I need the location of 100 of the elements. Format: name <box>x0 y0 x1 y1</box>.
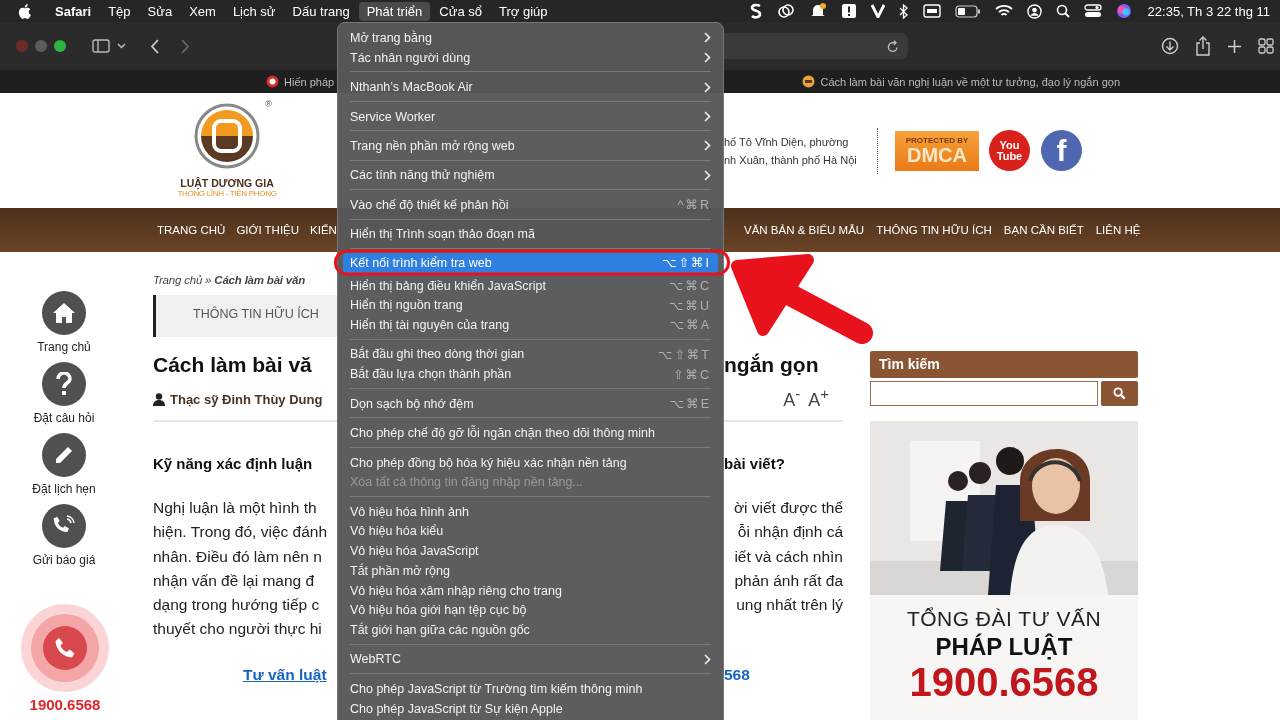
wifi-icon[interactable] <box>994 4 1013 18</box>
hotline-number[interactable]: 1900.6568 <box>29 696 101 713</box>
bluetooth-icon[interactable] <box>898 3 909 19</box>
menu-item[interactable]: Dọn sạch bộ nhớ đệm ⌥⌘E <box>343 393 718 414</box>
user-icon[interactable] <box>1026 3 1042 19</box>
menu-item[interactable]: Vô hiệu hóa JavaScript <box>343 541 718 561</box>
battery-icon[interactable] <box>954 4 981 18</box>
v-app-icon[interactable] <box>870 4 885 18</box>
share-icon[interactable] <box>1195 36 1211 56</box>
menu-item[interactable]: Mở trang bằng <box>343 28 718 48</box>
zoom-button[interactable] <box>54 40 66 52</box>
youtube-button[interactable]: You Tube <box>989 130 1030 171</box>
nav-link[interactable]: KIẾN <box>310 224 337 236</box>
quick-action-button[interactable] <box>42 291 86 335</box>
shortcut-text: ⌥⇧⌘I <box>662 255 711 271</box>
search-icon[interactable] <box>1055 4 1070 18</box>
menu-item[interactable]: Tắt phần mở rộng <box>343 561 718 581</box>
menu-item[interactable]: Vô hiệu hóa giới hạn tệp cục bộ <box>343 600 718 621</box>
menu-item[interactable]: Tắt giới hạn giữa các nguồn gốc <box>343 620 718 640</box>
dmca-badge[interactable]: PROTECTED BY DMCA <box>895 130 979 171</box>
search-heading: Tìm kiếm <box>870 351 1138 378</box>
quick-action-label[interactable]: Trang chủ <box>37 340 91 354</box>
menu-item[interactable]: Trang nền phần mở rộng web <box>343 136 718 156</box>
paragraph-text: Nghị luận là một hình th <box>153 498 318 518</box>
forward-icon[interactable] <box>181 38 190 54</box>
menu-item[interactable]: Service Worker <box>343 106 718 127</box>
s-app-icon[interactable] <box>748 3 763 19</box>
menu-item[interactable]: Cho phép JavaScript từ Sự kiện Apple <box>343 698 718 719</box>
menu-item[interactable]: Vô hiệu hóa hình ảnh <box>343 501 718 522</box>
author-name[interactable]: Thạc sỹ Đinh Thùy Dung <box>170 391 323 407</box>
chevron-right-icon <box>704 169 711 181</box>
menu-item[interactable]: Tác nhân người dùng <box>343 47 718 68</box>
menu-item[interactable]: Bắt đầu ghi theo dòng thời gian ⌥⇧⌘T <box>343 344 718 365</box>
menu-item[interactable]: Cho phép JavaScript từ Trường tìm kiếm thông minh <box>343 679 718 699</box>
reload-icon[interactable] <box>887 39 899 53</box>
cloud-icon[interactable] <box>776 4 795 18</box>
menu-item[interactable]: Cho phép chế độ gỡ lỗi ngăn chặn theo dõi thông minh <box>343 423 718 443</box>
tab-title: Hiến pháp <box>284 75 335 88</box>
quick-action-label[interactable]: Gửi báo giá <box>32 553 96 567</box>
consult-link[interactable]: Tư vấn luật <box>243 665 327 683</box>
paragraph-text: thuyết cho người thực hi <box>153 619 323 640</box>
search-button[interactable] <box>1101 381 1138 406</box>
menu-item[interactable]: Bắt đầu lựa chọn thành phần ⇧⌘C <box>343 364 718 384</box>
quick-action-button[interactable] <box>42 433 86 477</box>
consult-link[interactable]: 568 <box>724 665 750 683</box>
tabs-overview-icon[interactable] <box>1258 38 1274 54</box>
download-icon[interactable] <box>1161 37 1179 55</box>
favicon-icon <box>802 75 816 88</box>
menu-item[interactable]: WebRTC <box>343 649 718 670</box>
alert-icon[interactable] <box>840 3 857 19</box>
nav-link[interactable]: GIỚI THIỆU <box>236 224 300 236</box>
font-size-button[interactable]: A$^{-}$ <box>783 385 801 411</box>
quick-action-label[interactable]: Đặt câu hỏi <box>33 411 95 425</box>
facebook-button[interactable]: f <box>1041 130 1082 171</box>
menu-item[interactable]: Hiển thị nguồn trang ⌥⌘U <box>343 295 718 316</box>
menu-bar-item[interactable]: Xem <box>181 1 224 21</box>
nav-link[interactable]: BẠN CẦN BIẾT <box>1003 224 1084 236</box>
display-icon[interactable] <box>922 4 941 18</box>
nav-link[interactable]: LIÊN HỆ <box>1095 224 1141 236</box>
menu-bar-item[interactable]: Sửa <box>139 1 181 21</box>
menu-item[interactable]: Cho phép đồng bộ hóa ký hiệu xác nhận nền tảng <box>343 452 718 473</box>
font-size-button[interactable]: A$^{+}$ <box>808 385 829 411</box>
sidebar-icon[interactable] <box>92 39 110 53</box>
question-icon <box>56 372 72 396</box>
back-icon[interactable] <box>150 38 159 54</box>
ad-heading: PHÁP LUẬT <box>935 633 1073 661</box>
menu-item[interactable]: Nthanh’s MacBook Air <box>343 77 718 97</box>
menu-item[interactable]: Vào chế độ thiết kế phản hồi ^⌘R <box>343 195 718 215</box>
subheading: bài viết? <box>724 455 786 472</box>
nav-link[interactable]: VĂN BẢN & BIỂU MẪU <box>744 224 865 236</box>
search-field[interactable] <box>870 381 1098 406</box>
menu-bar-item[interactable]: Cửa sổ <box>431 1 490 21</box>
quick-action-label[interactable]: Đặt lịch hẹn <box>32 482 96 496</box>
control-center-icon[interactable] <box>1083 4 1102 18</box>
menu-bar-item[interactable]: Lịch sử <box>224 1 284 21</box>
registered-mark: ® <box>265 99 272 109</box>
menu-bar-item[interactable]: Safari <box>47 1 100 21</box>
chevron-right-icon <box>704 52 711 64</box>
menu-item[interactable]: Hiển thị tài nguyên của trang ⌥⌘A <box>343 315 718 335</box>
menu-bar-item[interactable]: Trợ giúp <box>491 1 556 21</box>
nav-link[interactable]: TRANG CHỦ <box>157 224 226 236</box>
menu-item[interactable]: Kết nối trình kiểm tra web ⌥⇧⌘I <box>343 253 718 273</box>
new-tab-icon[interactable] <box>1227 38 1242 54</box>
menu-bar-item[interactable]: Tệp <box>100 1 139 21</box>
chevron-down-icon[interactable] <box>117 43 126 49</box>
menu-item[interactable]: Hiển thị bảng điều khiển JavaScript ⌥⌘C <box>343 275 718 296</box>
siri-icon[interactable] <box>1115 3 1132 19</box>
menu-item[interactable]: Vô hiệu hóa xâm nhập riêng cho trang <box>343 580 718 601</box>
menu-bar-item[interactable]: Phát triển <box>358 1 431 21</box>
browser-tab[interactable]: Hiến pháp <box>266 75 335 88</box>
menu-item[interactable]: Vô hiệu hóa kiểu <box>343 521 718 542</box>
quick-action-button[interactable] <box>42 362 86 406</box>
paragraph-text: dạng trong hướng tiếp c <box>153 595 321 616</box>
menu-item[interactable]: Hiển thị Trình soạn thảo đoạn mã <box>343 224 718 245</box>
quick-action-button[interactable] <box>42 504 86 548</box>
nav-link[interactable]: THÔNG TIN HỮU ÍCH <box>876 224 992 236</box>
menu-item[interactable]: Các tính năng thử nghiệm <box>343 165 718 186</box>
menu-bar-item[interactable]: Dấu trang <box>284 1 358 21</box>
clock[interactable]: 22:35, Th 3 22 thg 11 <box>1147 3 1270 19</box>
apple-icon[interactable] <box>18 3 31 19</box>
